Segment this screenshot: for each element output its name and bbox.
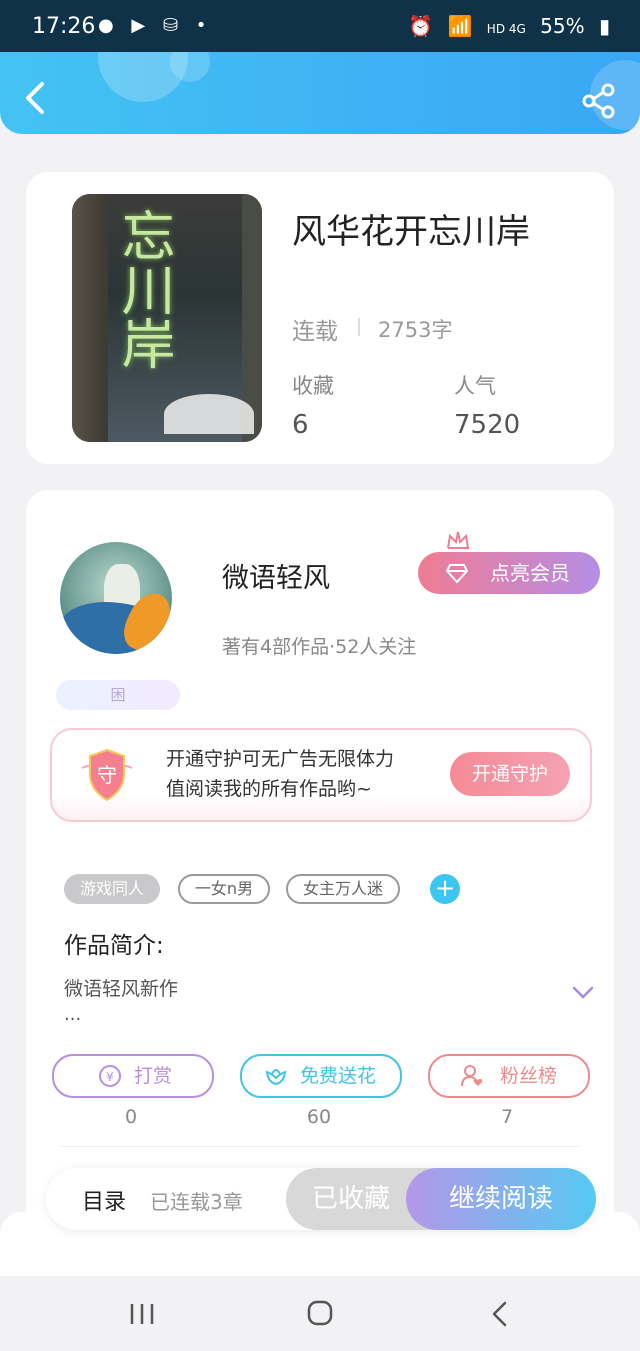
guard-banner: 守 开通守护可无广告无限体力 值阅读我的所有作品哟~ 开通守护 (50, 728, 592, 822)
alarm-icon: ⏰ (408, 14, 434, 38)
book-cover[interactable]: 忘川岸 (72, 194, 262, 442)
battery-percent: 55% (540, 14, 585, 38)
user-heart-icon (461, 1065, 483, 1087)
vip-button-label: 点亮会员 (490, 561, 570, 585)
author-badge: 困 (56, 680, 180, 710)
popularity-count: 7520 (454, 410, 521, 440)
author-name[interactable]: 微语轻风 (222, 556, 330, 595)
word-count: 2753字 (378, 318, 453, 342)
crown-icon (447, 531, 470, 549)
back-icon[interactable] (18, 78, 54, 118)
toc-button[interactable]: 目录 (82, 1184, 126, 1216)
continue-reading-button[interactable]: 继续阅读 (406, 1168, 596, 1230)
fan-count: 7 (500, 1106, 514, 1128)
home-icon[interactable] (300, 1298, 340, 1330)
back-nav-icon[interactable] (480, 1298, 520, 1330)
header-bar (0, 52, 640, 134)
favorites-count: 6 (292, 410, 309, 440)
fan-ranking-button[interactable]: 粉丝榜 (428, 1054, 590, 1098)
open-guard-button[interactable]: 开通守护 (450, 752, 570, 796)
share-icon[interactable] (580, 82, 618, 120)
popularity-label: 人气 (454, 374, 496, 398)
status-bar: 17:26 ● ▶ ⛁ • ⏰ 📶 HD 4G 55% ▮ (0, 0, 640, 52)
wifi-icon: 📶 (447, 14, 473, 38)
add-tag-button[interactable]: + (430, 874, 460, 904)
battery-icon: ▮ (598, 14, 610, 38)
intro-text: 微语轻风新作 (64, 978, 179, 1000)
fan-ranking-label: 粉丝榜 (500, 1065, 558, 1087)
flower-icon (265, 1069, 287, 1086)
send-flower-label: 免费送花 (300, 1065, 377, 1087)
tip-button[interactable]: ¥ 打赏 (52, 1054, 214, 1098)
intro-title: 作品简介: (64, 933, 164, 959)
guard-description: 开通守护可无广告无限体力 值阅读我的所有作品哟~ (166, 744, 394, 804)
chapter-count: 已连载3章 (150, 1190, 243, 1214)
flower-count: 60 (306, 1106, 332, 1128)
guard-line-1: 开通守护可无广告无限体力 (166, 748, 395, 770)
divider (60, 1146, 580, 1147)
tag-one-female[interactable]: 一女n男 (178, 874, 270, 904)
svg-text:¥: ¥ (106, 1070, 114, 1084)
author-avatar[interactable] (60, 542, 172, 654)
tip-label: 打赏 (134, 1065, 173, 1087)
book-status: 连载 (292, 319, 338, 345)
guard-line-2: 值阅读我的所有作品哟~ (166, 778, 372, 800)
bottom-action-bar: 目录 已连载3章 已收藏 继续阅读 (46, 1168, 596, 1230)
system-nav-bar (0, 1276, 640, 1351)
diamond-icon (446, 564, 468, 584)
tag-heroine[interactable]: 女主万人迷 (286, 874, 400, 904)
tip-count: 0 (124, 1106, 138, 1128)
book-title: 风华花开忘川岸 (292, 212, 530, 252)
author-meta: 著有4部作品·52人关注 (222, 636, 417, 658)
favorites-label: 收藏 (292, 374, 334, 398)
cover-title-art: 忘川岸 (112, 208, 175, 370)
status-time: 17:26 (32, 14, 96, 39)
shield-char: 守 (97, 763, 117, 787)
notification-icons: ● ▶ ⛁ • (98, 15, 213, 36)
vip-button[interactable]: 点亮会员 (418, 552, 600, 594)
network-label: HD 4G (486, 22, 526, 36)
divider (358, 318, 360, 336)
yen-icon: ¥ (99, 1065, 121, 1087)
recent-apps-icon[interactable] (122, 1298, 162, 1330)
send-flower-button[interactable]: 免费送花 (240, 1054, 402, 1098)
tag-game-fanfic[interactable]: 游戏同人 (64, 874, 160, 904)
status-right: ⏰ 📶 HD 4G 55% ▮ (400, 14, 610, 38)
shield-icon: 守 (81, 748, 133, 802)
book-info-card: 忘川岸 风华花开忘川岸 连载 2753字 收藏 6 人气 7520 (26, 172, 614, 464)
chevron-down-icon[interactable] (572, 986, 594, 1000)
intro-ellipsis: ... (64, 1004, 82, 1025)
